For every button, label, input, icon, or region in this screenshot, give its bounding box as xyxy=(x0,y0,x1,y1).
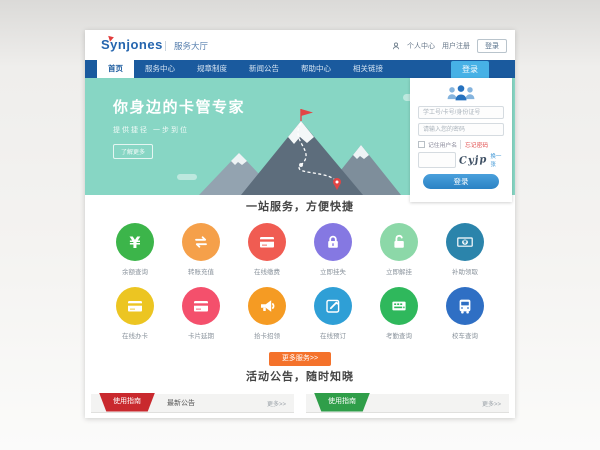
page: Synjones 服务大厅 个人中心 用户注册 登录 首页 服务中心 规章制度 … xyxy=(85,30,515,418)
user-register-link[interactable]: 用户注册 xyxy=(442,41,470,51)
services-row-2: 在线办卡 卡片延期 拾卡招领 在线预订 xyxy=(85,287,515,340)
yen-icon: ¥ xyxy=(116,223,154,261)
svg-text:¥: ¥ xyxy=(463,240,467,246)
service-attendance-inquiry[interactable]: 考勤查询 xyxy=(366,287,432,340)
forgot-password-link[interactable]: 忘记密码 xyxy=(460,140,488,149)
services-section: 一站服务，方便快捷 ¥ 余额查询 转账充值 在线缴费 xyxy=(85,198,515,366)
nav-item-help-center[interactable]: 帮助中心 xyxy=(290,60,342,78)
more-link[interactable]: 更多>> xyxy=(482,399,501,408)
personal-center-link[interactable]: 个人中心 xyxy=(407,41,435,51)
remember-label: 记住用户名 xyxy=(428,140,457,149)
site-name: 服务大厅 xyxy=(165,41,208,51)
banknote-icon: ¥ xyxy=(446,223,484,261)
more-services-button[interactable]: 更多服务>> xyxy=(269,352,331,366)
bank-card-icon xyxy=(248,223,286,261)
header-login-button[interactable]: 登录 xyxy=(477,39,507,53)
hero-cta-button[interactable]: 了解更多 xyxy=(113,144,153,159)
service-school-bus-inquiry[interactable]: 校车查询 xyxy=(432,287,498,340)
announcements-panel-left: 使用指南 最新公告 更多>> xyxy=(91,394,294,413)
service-report-loss[interactable]: 立即挂失 xyxy=(300,223,366,276)
cloud-icon xyxy=(177,174,197,180)
remember-checkbox[interactable] xyxy=(418,141,425,148)
bank-card-icon xyxy=(182,287,220,325)
service-subsidy-collect[interactable]: ¥ 补助领取 xyxy=(432,223,498,276)
site-header: Synjones 服务大厅 个人中心 用户注册 登录 xyxy=(85,30,515,60)
attendance-card-icon xyxy=(380,287,418,325)
nav-item-service-center[interactable]: 服务中心 xyxy=(134,60,186,78)
megaphone-icon xyxy=(248,287,286,325)
service-online-booking[interactable]: 在线预订 xyxy=(300,287,366,340)
lock-icon xyxy=(314,223,352,261)
login-panel-tab[interactable]: 登录 xyxy=(451,61,489,78)
nav-item-links[interactable]: 相关链接 xyxy=(342,60,394,78)
lock-open-icon xyxy=(380,223,418,261)
password-input[interactable] xyxy=(418,123,504,136)
nav-item-news[interactable]: 新闻公告 xyxy=(238,60,290,78)
edit-pen-icon xyxy=(314,287,352,325)
login-submit-button[interactable]: 登录 xyxy=(423,174,499,189)
tab-usage-guide[interactable]: 使用指南 xyxy=(99,393,155,412)
person-icon xyxy=(392,42,400,50)
tab-usage-guide[interactable]: 使用指南 xyxy=(314,393,370,412)
bank-card-icon xyxy=(116,287,154,325)
service-online-payment[interactable]: 在线缴费 xyxy=(234,223,300,276)
services-row-1: ¥ 余额查询 转账充值 在线缴费 立即挂失 xyxy=(85,223,515,276)
login-panel: 记住用户名 忘记密码 Cyjp 换一张 登录 xyxy=(410,78,512,202)
announcements-section: 活动公告，随时知晓 使用指南 最新公告 更多>> 使用指南 更多>> xyxy=(85,368,515,413)
captcha-input[interactable] xyxy=(418,152,456,168)
service-found-cards[interactable]: 拾卡招领 xyxy=(234,287,300,340)
nav-item-home[interactable]: 首页 xyxy=(97,60,134,78)
announcements-panel-right: 使用指南 更多>> xyxy=(306,394,509,413)
transfer-arrows-icon xyxy=(182,223,220,261)
tab-latest-announcements[interactable]: 最新公告 xyxy=(167,398,195,408)
nav-item-rules[interactable]: 规章制度 xyxy=(186,60,238,78)
more-link[interactable]: 更多>> xyxy=(267,399,286,408)
bus-icon xyxy=(446,287,484,325)
announcements-title: 活动公告，随时知晓 xyxy=(85,368,515,384)
users-group-icon xyxy=(444,83,478,102)
username-input[interactable] xyxy=(418,106,504,119)
captcha-image: Cyjp xyxy=(459,154,488,166)
main-nav: 首页 服务中心 规章制度 新闻公告 帮助中心 相关链接 登录 xyxy=(85,60,515,78)
service-transfer-recharge[interactable]: 转账充值 xyxy=(168,223,234,276)
service-card-extension[interactable]: 卡片延期 xyxy=(168,287,234,340)
service-cancel-loss[interactable]: 立即解挂 xyxy=(366,223,432,276)
service-balance-inquiry[interactable]: ¥ 余额查询 xyxy=(102,223,168,276)
captcha-refresh-link[interactable]: 换一张 xyxy=(490,152,504,168)
service-apply-card[interactable]: 在线办卡 xyxy=(102,287,168,340)
mountain-illustration xyxy=(197,107,409,195)
